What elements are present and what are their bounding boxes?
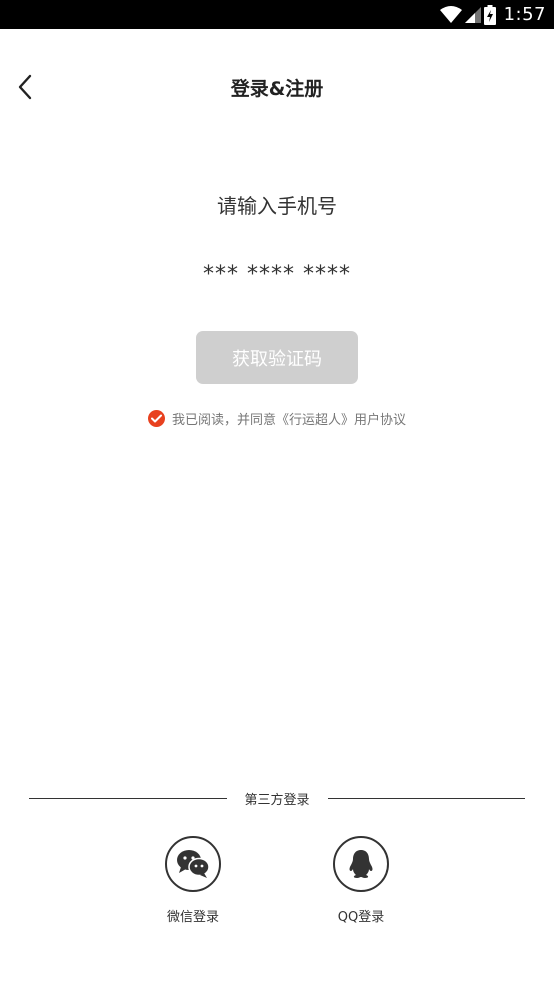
qq-login-label: QQ登录	[337, 910, 385, 925]
wechat-login-circle[interactable]	[165, 836, 221, 892]
third-party-divider: 第三方登录	[29, 788, 526, 808]
wifi-icon	[439, 5, 462, 23]
battery-charging-icon	[483, 4, 496, 25]
qq-login-circle[interactable]	[333, 836, 389, 892]
wechat-icon	[177, 850, 210, 878]
status-bar: 1:57	[0, 0, 554, 29]
agreement-row: 我已阅读，并同意《行运超人》用户协议	[0, 409, 554, 428]
nav-bar: 登录&注册	[0, 29, 554, 147]
page-title: 登录&注册	[230, 78, 324, 100]
agreement-checkbox[interactable]	[147, 410, 165, 427]
qq-login-button[interactable]: QQ登录	[311, 836, 411, 925]
status-time: 1:57	[503, 4, 546, 25]
divider-left	[29, 797, 227, 799]
third-party-label: 第三方登录	[244, 792, 310, 808]
agreement-text[interactable]: 我已阅读，并同意《行运超人》用户协议	[172, 409, 406, 428]
phone-prompt: 请输入手机号	[217, 194, 337, 218]
get-verification-code-button[interactable]: 获取验证码	[196, 331, 358, 384]
checkmark-icon	[150, 414, 162, 423]
qq-icon	[349, 850, 373, 878]
wechat-login-label: 微信登录	[166, 910, 219, 925]
wechat-login-button[interactable]: 微信登录	[143, 836, 243, 925]
signal-icon	[464, 6, 481, 23]
divider-right	[327, 797, 526, 799]
status-icons	[439, 4, 496, 25]
phone-number-input[interactable]	[127, 254, 427, 294]
